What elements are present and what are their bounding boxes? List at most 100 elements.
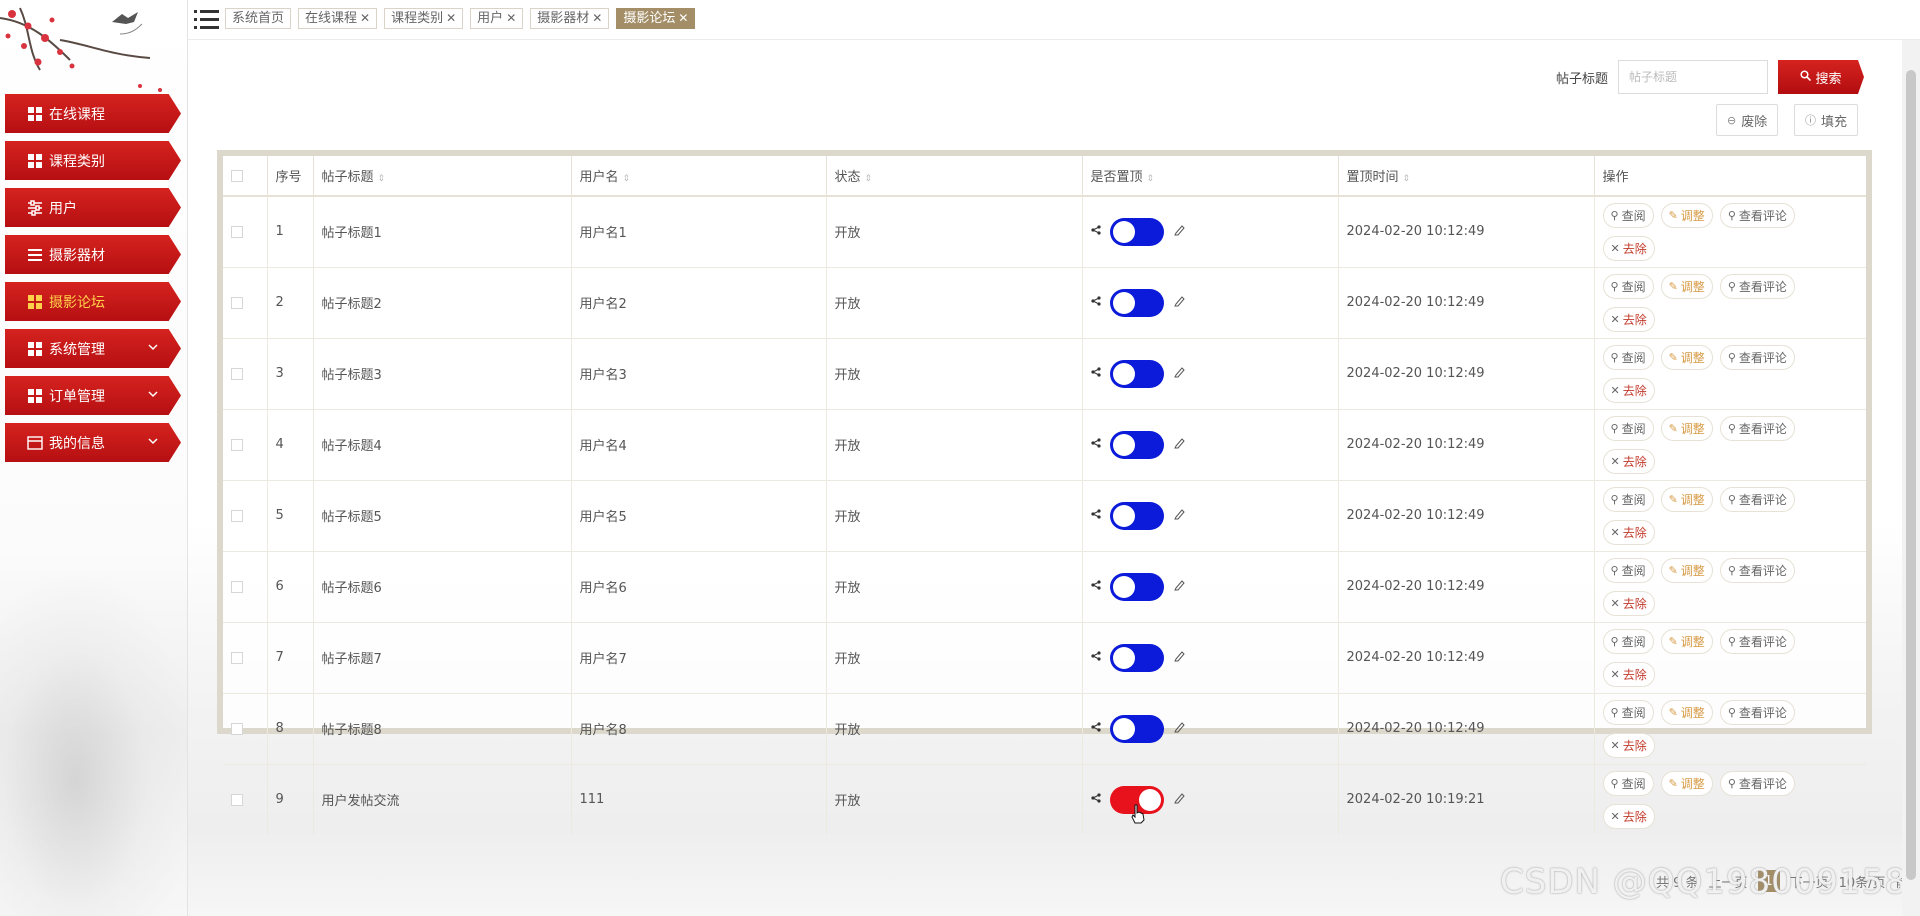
sidebar-item-system-management[interactable]: 系统管理 bbox=[5, 329, 181, 368]
sidebar-item-order-management[interactable]: 订单管理 bbox=[5, 376, 181, 415]
edit-button[interactable]: ✎ 调整 bbox=[1660, 344, 1713, 370]
column-header-pin-time[interactable]: 置顶时间 ⇕ bbox=[1338, 156, 1595, 197]
close-icon[interactable]: ✕ bbox=[360, 9, 370, 28]
column-header-username[interactable]: 用户名 ⇕ bbox=[571, 156, 827, 197]
delete-row-button[interactable]: ✕ 去除 bbox=[1602, 377, 1655, 403]
column-header-status[interactable]: 状态 ⇕ bbox=[826, 156, 1083, 197]
search-input[interactable] bbox=[1618, 60, 1768, 94]
view-comments-button[interactable]: ⚲ 查看评论 bbox=[1719, 557, 1795, 583]
pinned-toggle-switch[interactable] bbox=[1109, 288, 1164, 317]
pinned-toggle-switch[interactable] bbox=[1109, 430, 1164, 459]
view-comments-button[interactable]: ⚲ 查看评论 bbox=[1719, 344, 1795, 370]
close-icon[interactable]: ✕ bbox=[678, 9, 688, 28]
tab-users[interactable]: 用户 ✕ bbox=[470, 8, 524, 29]
pencil-icon[interactable] bbox=[1173, 437, 1185, 452]
delete-row-button[interactable]: ✕ 去除 bbox=[1602, 732, 1655, 758]
column-header-title[interactable]: 帖子标题 ⇕ bbox=[313, 156, 572, 197]
sidebar-item-camera-equipment[interactable]: 摄影器材 bbox=[5, 235, 181, 274]
pencil-icon[interactable] bbox=[1173, 224, 1185, 239]
row-checkbox[interactable] bbox=[231, 296, 243, 309]
pinned-toggle-switch[interactable] bbox=[1109, 643, 1164, 672]
pencil-icon[interactable] bbox=[1173, 508, 1185, 523]
edit-button[interactable]: ✎ 调整 bbox=[1660, 202, 1713, 228]
view-comments-button[interactable]: ⚲ 查看评论 bbox=[1719, 273, 1795, 299]
select-all-checkbox[interactable] bbox=[231, 169, 243, 182]
search-button[interactable]: 搜索 bbox=[1778, 60, 1864, 94]
view-comments-button[interactable]: ⚲ 查看评论 bbox=[1719, 415, 1795, 441]
view-button[interactable]: ⚲ 查阅 bbox=[1602, 628, 1654, 654]
menu-toggle-icon[interactable] bbox=[194, 8, 220, 32]
sidebar-item-my-info[interactable]: 我的信息 bbox=[5, 423, 181, 462]
view-comments-button[interactable]: ⚲ 查看评论 bbox=[1719, 770, 1795, 796]
edit-button[interactable]: ✎ 调整 bbox=[1660, 557, 1713, 583]
row-checkbox[interactable] bbox=[231, 793, 243, 806]
edit-button[interactable]: ✎ 调整 bbox=[1660, 699, 1713, 725]
edit-button[interactable]: ✎ 调整 bbox=[1660, 770, 1713, 796]
column-header-pinned[interactable]: 是否置顶 ⇕ bbox=[1082, 156, 1339, 197]
tab-camera-equipment[interactable]: 摄影器材 ✕ bbox=[530, 8, 610, 29]
close-icon[interactable]: ✕ bbox=[592, 9, 602, 28]
sidebar-item-photo-forum[interactable]: 摄影论坛 bbox=[5, 282, 181, 321]
tab-home[interactable]: 系统首页 bbox=[225, 8, 292, 29]
pencil-icon[interactable] bbox=[1173, 721, 1185, 736]
page-scrollbar[interactable] bbox=[1902, 40, 1920, 916]
view-comments-button[interactable]: ⚲ 查看评论 bbox=[1719, 202, 1795, 228]
pencil-icon[interactable] bbox=[1173, 579, 1185, 594]
delete-row-button[interactable]: ✕ 去除 bbox=[1602, 306, 1655, 332]
edit-button[interactable]: ✎ 调整 bbox=[1660, 628, 1713, 654]
sort-icon[interactable]: ⇕ bbox=[623, 174, 631, 184]
row-checkbox[interactable] bbox=[231, 651, 243, 664]
view-comments-button[interactable]: ⚲ 查看评论 bbox=[1719, 699, 1795, 725]
view-button[interactable]: ⚲ 查阅 bbox=[1602, 486, 1654, 512]
close-icon[interactable]: ✕ bbox=[506, 9, 516, 28]
pencil-icon[interactable] bbox=[1173, 792, 1185, 807]
delete-row-button[interactable]: ✕ 去除 bbox=[1602, 590, 1655, 616]
view-button[interactable]: ⚲ 查阅 bbox=[1602, 557, 1654, 583]
tab-course-categories[interactable]: 课程类别 ✕ bbox=[384, 8, 464, 29]
view-button[interactable]: ⚲ 查阅 bbox=[1602, 202, 1654, 228]
pinned-toggle-switch[interactable] bbox=[1109, 501, 1164, 530]
row-checkbox[interactable] bbox=[231, 367, 243, 380]
row-checkbox[interactable] bbox=[231, 580, 243, 593]
sidebar-item-course-categories[interactable]: 课程类别 bbox=[5, 141, 181, 180]
delete-row-button[interactable]: ✕ 去除 bbox=[1602, 448, 1655, 474]
edit-button[interactable]: ✎ 调整 bbox=[1660, 415, 1713, 441]
view-button[interactable]: ⚲ 查阅 bbox=[1602, 273, 1654, 299]
pinned-toggle-switch[interactable] bbox=[1109, 572, 1164, 601]
pinned-toggle-switch[interactable] bbox=[1109, 217, 1164, 246]
sort-icon[interactable]: ⇕ bbox=[378, 174, 386, 184]
view-button[interactable]: ⚲ 查阅 bbox=[1602, 699, 1654, 725]
sidebar-item-users[interactable]: 用户 bbox=[5, 188, 181, 227]
pinned-toggle-switch[interactable] bbox=[1109, 359, 1164, 388]
delete-row-button[interactable]: ✕ 去除 bbox=[1602, 661, 1655, 687]
sort-icon[interactable]: ⇕ bbox=[865, 174, 873, 184]
add-button[interactable]: ⓘ 填充 bbox=[1794, 104, 1859, 136]
row-checkbox[interactable] bbox=[231, 225, 243, 238]
close-icon[interactable]: ✕ bbox=[446, 9, 456, 28]
edit-button[interactable]: ✎ 调整 bbox=[1660, 486, 1713, 512]
view-button[interactable]: ⚲ 查阅 bbox=[1602, 415, 1654, 441]
sort-icon[interactable]: ⇕ bbox=[1147, 174, 1155, 184]
delete-row-button[interactable]: ✕ 去除 bbox=[1602, 519, 1655, 545]
scrollbar-thumb[interactable] bbox=[1906, 70, 1916, 880]
view-comments-button[interactable]: ⚲ 查看评论 bbox=[1719, 628, 1795, 654]
view-button[interactable]: ⚲ 查阅 bbox=[1602, 770, 1654, 796]
delete-selected-button[interactable]: ⊖ 废除 bbox=[1716, 104, 1779, 136]
pencil-icon[interactable] bbox=[1173, 295, 1185, 310]
sort-icon[interactable]: ⇕ bbox=[1403, 174, 1411, 184]
row-checkbox[interactable] bbox=[231, 509, 243, 522]
delete-row-button[interactable]: ✕ 去除 bbox=[1602, 803, 1655, 829]
pencil-icon[interactable] bbox=[1173, 366, 1185, 381]
cell-pin-time: 2024-02-20 10:19:21 bbox=[1338, 764, 1595, 835]
pinned-toggle-switch[interactable] bbox=[1109, 714, 1164, 743]
tab-online-courses[interactable]: 在线课程 ✕ bbox=[298, 8, 378, 29]
edit-button[interactable]: ✎ 调整 bbox=[1660, 273, 1713, 299]
delete-row-button[interactable]: ✕ 去除 bbox=[1602, 235, 1655, 261]
row-checkbox[interactable] bbox=[231, 722, 243, 735]
view-comments-button[interactable]: ⚲ 查看评论 bbox=[1719, 486, 1795, 512]
sidebar-item-online-courses[interactable]: 在线课程 bbox=[5, 94, 181, 133]
view-button[interactable]: ⚲ 查阅 bbox=[1602, 344, 1654, 370]
pencil-icon[interactable] bbox=[1173, 650, 1185, 665]
tab-photo-forum[interactable]: 摄影论坛 ✕ bbox=[616, 8, 696, 29]
row-checkbox[interactable] bbox=[231, 438, 243, 451]
